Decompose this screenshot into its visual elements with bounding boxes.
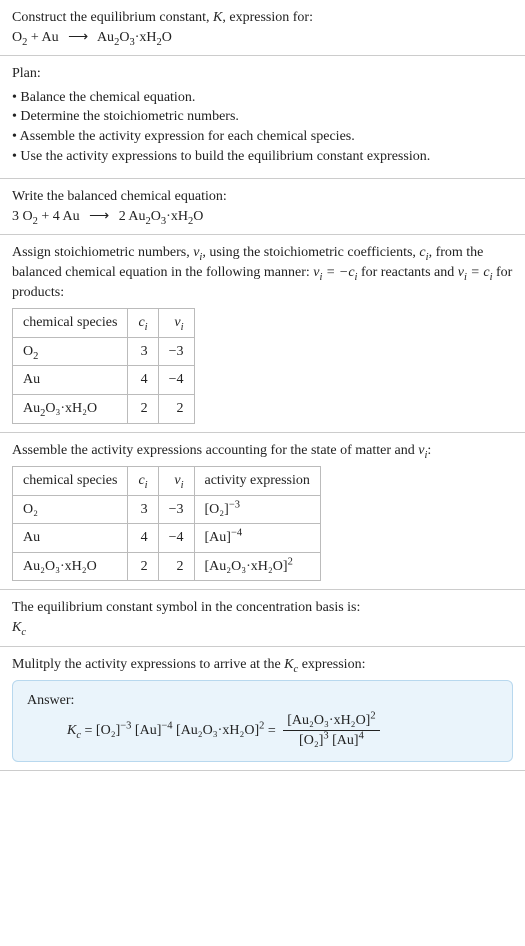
- activity-text: Assemble the activity expressions accoun…: [12, 441, 513, 461]
- var-K: K: [213, 10, 222, 25]
- cell-species: Au: [13, 524, 128, 553]
- answer-box: Answer: Kc = [O₂]−3 [Au]−4 [Au₂O₃·xH₂O]2…: [12, 680, 513, 762]
- text: Construct the equilibrium constant,: [12, 10, 213, 25]
- cell-nui: −3: [158, 337, 194, 366]
- cell-nui: −3: [158, 495, 194, 524]
- col-species: chemical species: [13, 309, 128, 338]
- kc-symbol: Kc: [12, 618, 513, 638]
- table-header-row: chemical species ci νi: [13, 309, 195, 338]
- cell-nui: −4: [158, 366, 194, 395]
- cell-nui: −4: [158, 524, 194, 553]
- table-row: Au₂O₃·xH₂O 2 2 [Au₂O₃·xH₂O]2: [13, 552, 321, 581]
- col-nui: νi: [158, 467, 194, 496]
- term: 4 Au: [53, 209, 80, 224]
- activity-table: chemical species ci νi activity expressi…: [12, 466, 321, 581]
- cell-activity: [O₂]−3: [194, 495, 320, 524]
- answer-equation: Kc = [O₂]−3 [Au]−4 [Au₂O₃·xH₂O]2 = [Au₂O…: [67, 711, 498, 751]
- plan-item: Use the activity expressions to build th…: [12, 147, 513, 167]
- cell-nui: 2: [158, 394, 194, 423]
- col-nui: νi: [158, 309, 194, 338]
- fraction-denominator: [O₂]3 [Au]4: [283, 731, 379, 751]
- term: 3 O2: [12, 209, 38, 224]
- term: 2 Au2O3·xH2O: [119, 209, 204, 224]
- answer-label: Answer:: [27, 691, 498, 711]
- plan-item: Balance the chemical equation.: [12, 88, 513, 108]
- eq-reactants: νi = −ci: [313, 265, 357, 280]
- plan-list: Balance the chemical equation. Determine…: [12, 88, 513, 166]
- cell-species: Au: [13, 366, 128, 395]
- reaction-arrow-icon: ⟶: [62, 30, 94, 45]
- cell-species: Au₂O₃·xH₂O: [13, 552, 128, 581]
- cell-species: O₂: [13, 495, 128, 524]
- cell-activity: [Au₂O₃·xH₂O]2: [194, 552, 320, 581]
- stoich-table: chemical species ci νi O2 3 −3 Au 4 −4 A…: [12, 308, 195, 423]
- fraction: [Au₂O₃·xH₂O]2[O₂]3 [Au]4: [283, 711, 379, 751]
- cell-ci: 3: [128, 337, 158, 366]
- section-plan: Plan: Balance the chemical equation. Det…: [0, 56, 525, 179]
- section-final: Mulitply the activity expressions to arr…: [0, 647, 525, 771]
- col-ci: ci: [128, 309, 158, 338]
- plan-item: Determine the stoichiometric numbers.: [12, 107, 513, 127]
- plan-item: Assemble the activity expression for eac…: [12, 127, 513, 147]
- balanced-equation: 3 O2 + 4 Au ⟶ 2 Au2O3·xH2O: [12, 207, 513, 227]
- plan-title: Plan:: [12, 64, 513, 84]
- species-Au: Au: [42, 30, 59, 45]
- table-header-row: chemical species ci νi activity expressi…: [13, 467, 321, 496]
- cell-ci: 2: [128, 552, 158, 581]
- table-row: Au 4 −4: [13, 366, 195, 395]
- section-activity: Assemble the activity expressions accoun…: [0, 433, 525, 591]
- unbalanced-equation: O2 + Au ⟶ Au2O3·xH2O: [12, 28, 513, 48]
- table-row: Au 4 −4 [Au]−4: [13, 524, 321, 553]
- term: [Au₂O₃·xH₂O]2: [176, 723, 264, 738]
- term: [O₂]−3: [96, 723, 132, 738]
- term: [Au]−4: [135, 723, 173, 738]
- var-c-i: ci: [419, 245, 428, 260]
- section-construct: Construct the equilibrium constant, K, e…: [0, 0, 525, 56]
- section-balanced: Write the balanced chemical equation: 3 …: [0, 179, 525, 235]
- table-row: Au2O₃·xH₂O 2 2: [13, 394, 195, 423]
- cell-ci: 4: [128, 366, 158, 395]
- stoich-text: Assign stoichiometric numbers, νi, using…: [12, 243, 513, 302]
- section-kc-symbol: The equilibrium constant symbol in the c…: [0, 590, 525, 646]
- eq-products: νi = ci: [458, 265, 493, 280]
- construct-title: Construct the equilibrium constant, K, e…: [12, 8, 513, 28]
- var-nu-i: νi: [193, 245, 202, 260]
- cell-activity: [Au]−4: [194, 524, 320, 553]
- var-Kc: Kc: [284, 657, 298, 672]
- table-row: O₂ 3 −3 [O₂]−3: [13, 495, 321, 524]
- fraction-numerator: [Au₂O₃·xH₂O]2: [283, 711, 379, 732]
- balanced-title: Write the balanced chemical equation:: [12, 187, 513, 207]
- cell-ci: 3: [128, 495, 158, 524]
- cell-nui: 2: [158, 552, 194, 581]
- plus: +: [27, 30, 41, 45]
- col-activity: activity expression: [194, 467, 320, 496]
- cell-ci: 2: [128, 394, 158, 423]
- kc-text: The equilibrium constant symbol in the c…: [12, 598, 513, 618]
- plus: +: [38, 209, 53, 224]
- species-O2: O2: [12, 30, 27, 45]
- text: , expression for:: [222, 10, 313, 25]
- cell-species: O2: [13, 337, 128, 366]
- species-Au2O3xH2O: Au2O3·xH2O: [97, 30, 172, 45]
- reaction-arrow-icon: ⟶: [83, 209, 115, 224]
- section-stoich: Assign stoichiometric numbers, νi, using…: [0, 235, 525, 432]
- col-ci: ci: [128, 467, 158, 496]
- cell-species: Au2O₃·xH₂O: [13, 394, 128, 423]
- final-text: Mulitply the activity expressions to arr…: [12, 655, 513, 675]
- cell-ci: 4: [128, 524, 158, 553]
- col-species: chemical species: [13, 467, 128, 496]
- table-row: O2 3 −3: [13, 337, 195, 366]
